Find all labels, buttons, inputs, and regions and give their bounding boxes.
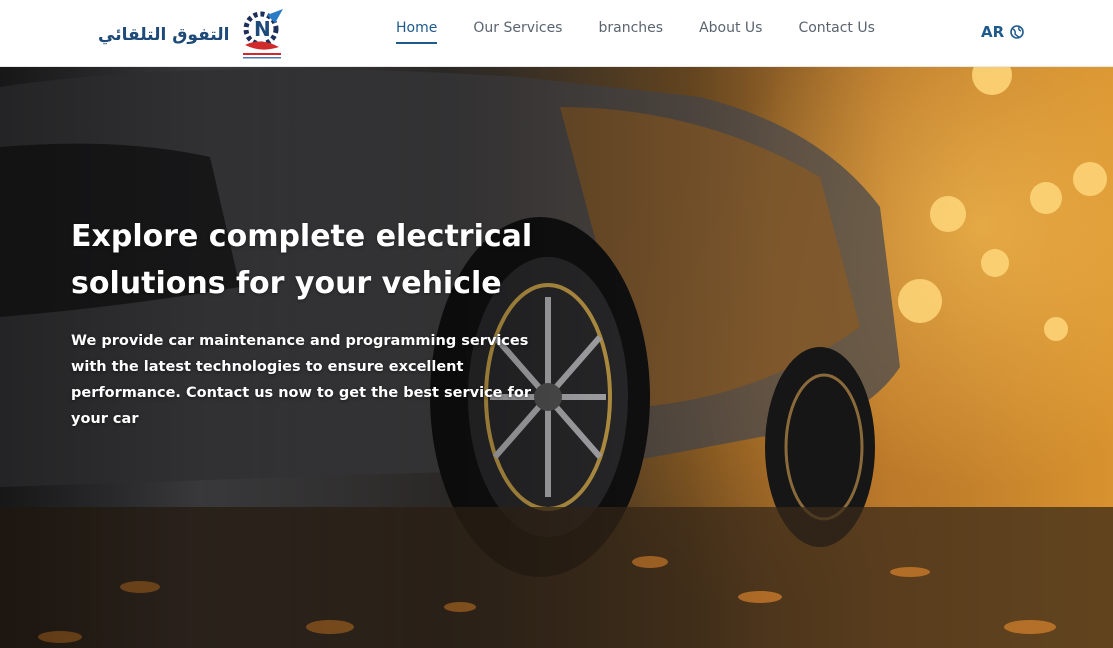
- svg-text:N: N: [254, 17, 271, 41]
- language-switcher[interactable]: AR: [981, 23, 1024, 41]
- brand-logo-icon: N: [243, 9, 284, 59]
- nav-our-services[interactable]: Our Services: [473, 20, 562, 44]
- globe-icon: [1010, 25, 1024, 39]
- nav-about-us[interactable]: About Us: [699, 20, 762, 44]
- main-nav: Home Our Services branches About Us Cont…: [396, 20, 911, 44]
- nav-home[interactable]: Home: [396, 20, 438, 44]
- hero-title: Explore complete electrical solutions fo…: [71, 219, 533, 301]
- hero-banner: Explore complete electrical solutions fo…: [0, 67, 1113, 648]
- site-header: التفوق التلقائي N Home Our Services bran…: [0, 0, 1113, 67]
- nav-branches[interactable]: branches: [598, 20, 663, 44]
- brand-name: التفوق التلقائي: [98, 25, 230, 45]
- hero-description: We provide car maintenance and programmi…: [71, 333, 531, 427]
- nav-contact-us[interactable]: Contact Us: [798, 20, 874, 44]
- language-label: AR: [981, 23, 1005, 41]
- brand[interactable]: التفوق التلقائي N: [98, 9, 287, 61]
